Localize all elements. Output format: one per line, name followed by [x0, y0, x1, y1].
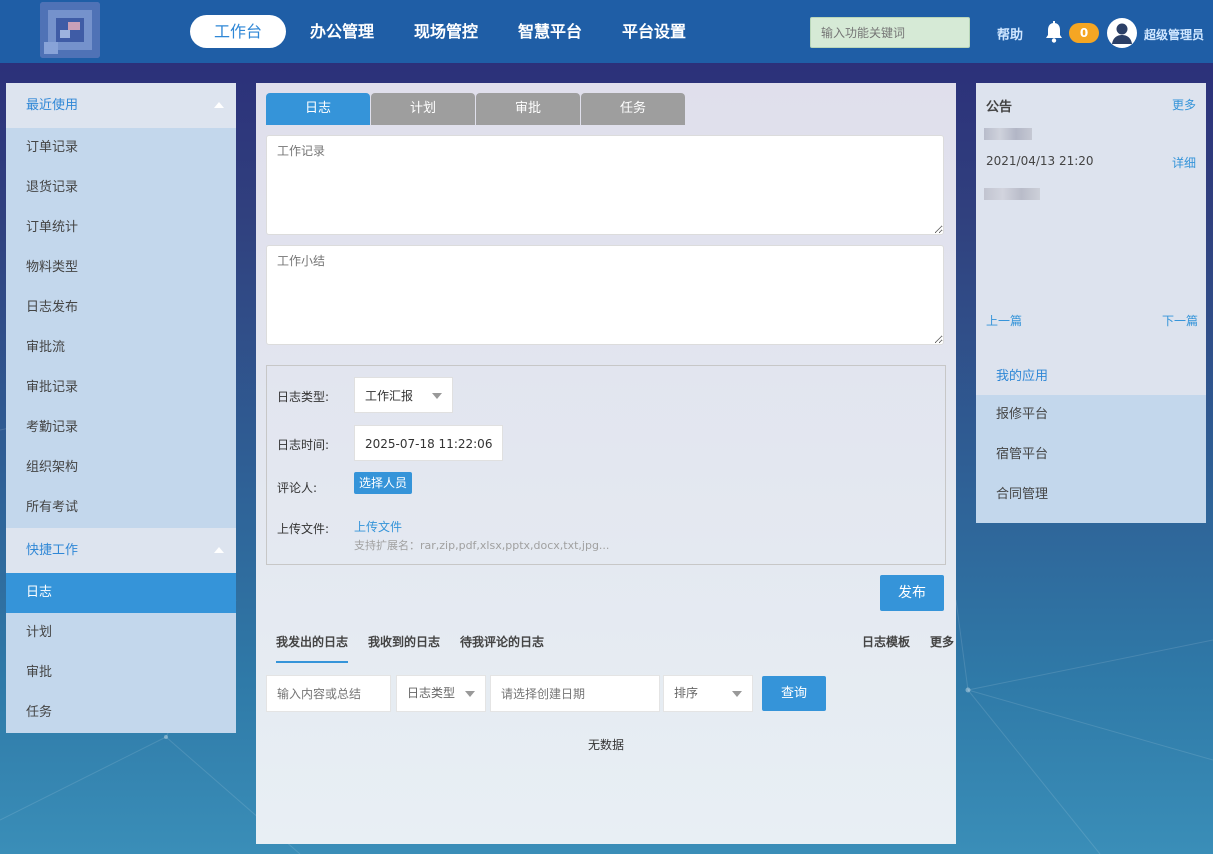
- user-icon: [1112, 23, 1132, 44]
- publish-button[interactable]: 发布: [880, 575, 944, 611]
- log-type-filter[interactable]: 日志类型: [396, 675, 486, 712]
- sidebar-item-approval[interactable]: 审批: [6, 653, 236, 693]
- upload-file-link[interactable]: 上传文件: [354, 518, 402, 535]
- app-dorm-platform[interactable]: 宿管平台: [976, 435, 1206, 475]
- chevron-down-icon: [432, 393, 442, 399]
- chevron-down-icon: [732, 691, 742, 697]
- log-template-link[interactable]: 日志模板: [862, 633, 910, 650]
- logo[interactable]: [40, 2, 100, 58]
- work-tabs: 日志 计划 审批 任务: [266, 93, 686, 125]
- next-notice-link[interactable]: 下一篇: [1162, 312, 1198, 329]
- log-type-select[interactable]: 工作汇报: [354, 377, 453, 413]
- sidebar-item-material-types[interactable]: 物料类型: [6, 248, 236, 288]
- log-time-label: 日志时间:: [277, 438, 330, 452]
- nav-site-control[interactable]: 现场管控: [398, 15, 494, 48]
- help-link[interactable]: 帮助: [997, 24, 1023, 43]
- tab-sent-logs[interactable]: 我发出的日志: [276, 633, 349, 663]
- sidebar-group-label: 最近使用: [26, 98, 79, 113]
- user-avatar[interactable]: [1107, 18, 1137, 48]
- notice-title: 公告: [986, 100, 1013, 115]
- top-bar: 工作台 办公管理 现场管控 智慧平台 平台设置 帮助 0 超级管理员: [0, 0, 1213, 63]
- log-type-filter-label: 日志类型: [407, 686, 456, 700]
- tab-pending-comment-logs[interactable]: 待我评论的日志: [460, 633, 544, 663]
- tab-task[interactable]: 任务: [581, 93, 685, 125]
- log-sub-tabs: 我发出的日志 我收到的日志 待我评论的日志: [276, 633, 564, 663]
- my-apps-list: 报修平台 宿管平台 合同管理: [976, 395, 1206, 523]
- notice-date: 2021/04/13 21:20: [986, 154, 1094, 168]
- sidebar-item-order-stats[interactable]: 订单统计: [6, 208, 236, 248]
- function-search-input[interactable]: [810, 17, 970, 48]
- main-nav: 工作台 办公管理 现场管控 智慧平台 平台设置: [190, 15, 710, 48]
- main-panel: 日志 计划 审批 任务 日志类型: 工作汇报 日志时间: 2025-07-18 …: [256, 83, 956, 844]
- nav-smart-platform[interactable]: 智慧平台: [502, 15, 598, 48]
- tab-log[interactable]: 日志: [266, 93, 370, 125]
- sidebar-item-log-publish[interactable]: 日志发布: [6, 288, 236, 328]
- log-type-label: 日志类型:: [277, 390, 330, 404]
- nav-office-management[interactable]: 办公管理: [294, 15, 390, 48]
- chevron-down-icon: [465, 691, 475, 697]
- work-record-textarea[interactable]: [266, 135, 944, 235]
- caret-up-icon: [214, 102, 224, 108]
- reviewer-label: 评论人:: [277, 481, 318, 495]
- redacted-notice-title: [984, 128, 1032, 140]
- my-apps-title: 我的应用: [996, 369, 1049, 384]
- select-people-button[interactable]: 选择人员: [354, 472, 413, 494]
- sidebar-item-approval-records[interactable]: 审批记录: [6, 368, 236, 408]
- log-time-value: 2025-07-18 11:22:06: [365, 437, 493, 451]
- query-button[interactable]: 查询: [762, 676, 826, 711]
- upload-hint: 支持扩展名：rar,zip,pdf,xlsx,pptx,docx,txt,jpg…: [354, 539, 610, 552]
- caret-up-icon: [214, 547, 224, 553]
- log-type-value: 工作汇报: [365, 389, 414, 403]
- date-picker-input[interactable]: [490, 675, 660, 712]
- sidebar-item-return-records[interactable]: 退货记录: [6, 168, 236, 208]
- notice-panel: 公告 更多 2021/04/13 21:20 详细 上一篇 下一篇 我的应用 报…: [976, 83, 1206, 523]
- notice-more-link[interactable]: 更多: [1172, 96, 1196, 113]
- upload-label: 上传文件:: [277, 522, 330, 536]
- tab-received-logs[interactable]: 我收到的日志: [368, 633, 440, 663]
- sidebar-item-task[interactable]: 任务: [6, 693, 236, 733]
- log-links: 日志模板 更多: [842, 633, 954, 650]
- sidebar-item-order-records[interactable]: 订单记录: [6, 128, 236, 168]
- username[interactable]: 超级管理员: [1144, 26, 1204, 43]
- tab-plan[interactable]: 计划: [371, 93, 475, 125]
- app-repair-platform[interactable]: 报修平台: [976, 395, 1206, 435]
- sort-select[interactable]: 排序: [663, 675, 753, 712]
- work-summary-textarea[interactable]: [266, 245, 944, 345]
- app-contract-management[interactable]: 合同管理: [976, 475, 1206, 515]
- empty-state: 无数据: [587, 738, 624, 752]
- sidebar-item-plan[interactable]: 计划: [6, 613, 236, 653]
- redacted-notice-body: [984, 188, 1040, 200]
- more-logs-link[interactable]: 更多: [930, 633, 954, 650]
- sidebar-item-attendance-records[interactable]: 考勤记录: [6, 408, 236, 448]
- sidebar-item-log[interactable]: 日志: [6, 573, 236, 613]
- sidebar-group-recent[interactable]: 最近使用: [6, 83, 236, 128]
- sidebar-group-quick-work[interactable]: 快捷工作: [6, 528, 236, 573]
- tab-approval[interactable]: 审批: [476, 93, 580, 125]
- sort-label: 排序: [674, 686, 699, 700]
- notification-count-badge[interactable]: 0: [1069, 23, 1099, 43]
- previous-notice-link[interactable]: 上一篇: [986, 312, 1022, 329]
- nav-workbench[interactable]: 工作台: [190, 15, 286, 48]
- sidebar-item-all-exams[interactable]: 所有考试: [6, 488, 236, 528]
- log-time-field[interactable]: 2025-07-18 11:22:06: [354, 425, 503, 461]
- nav-platform-settings[interactable]: 平台设置: [606, 15, 702, 48]
- log-form: 日志类型: 工作汇报 日志时间: 2025-07-18 11:22:06 评论人…: [266, 365, 946, 565]
- content-search-input[interactable]: [266, 675, 391, 712]
- notice-detail-link[interactable]: 详细: [1172, 154, 1196, 171]
- sidebar-group-label: 快捷工作: [26, 543, 79, 558]
- sidebar-item-approval-flow[interactable]: 审批流: [6, 328, 236, 368]
- left-sidebar: 最近使用 订单记录 退货记录 订单统计 物料类型 日志发布 审批流 审批记录 考…: [6, 83, 236, 733]
- bell-icon[interactable]: [1044, 21, 1064, 43]
- sidebar-item-org-structure[interactable]: 组织架构: [6, 448, 236, 488]
